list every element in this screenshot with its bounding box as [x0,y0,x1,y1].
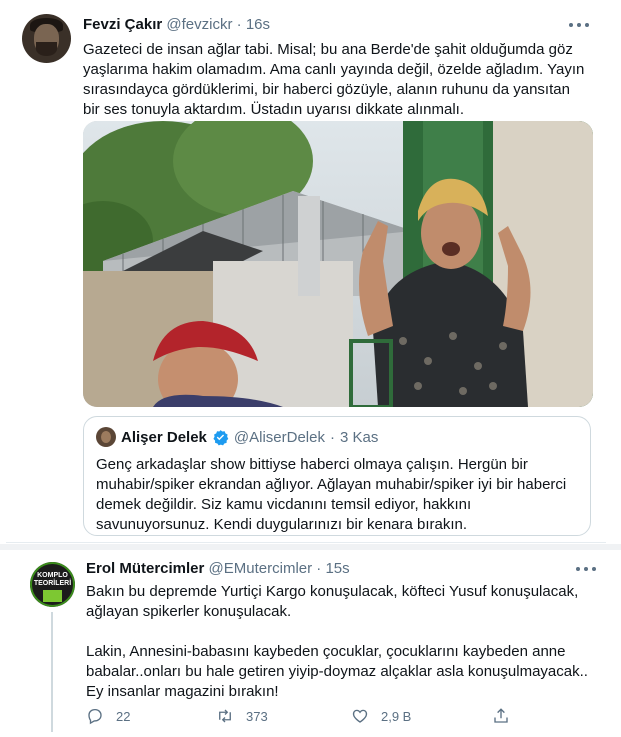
tweet-text: Bakın bu depremde Yurtiçi Kargo konuşula… [86,582,596,722]
feed-divider [0,544,621,550]
share-icon [494,708,508,723]
tweet-header: Erol Mütercimler @EMutercimler · 15s [86,560,350,577]
reply-button[interactable]: 22 [86,707,130,725]
tweet-time[interactable]: 16s [246,16,270,33]
retweet-icon [219,709,231,723]
reply-count: 22 [116,708,131,724]
user-avatar[interactable] [22,14,71,63]
heart-icon [352,709,368,723]
quoted-tweet-header: Alişer Delek @AliserDelek · 3 Kas [96,427,378,447]
quoted-tweet-text: Genç arkadaşlar show bittiyse haberci ol… [96,456,567,533]
separator-dot: · [329,428,335,446]
more-options-icon[interactable] [576,564,596,574]
like-count: 2,9 B [381,708,412,724]
thread-line [51,612,53,732]
quoted-avatar [96,427,116,447]
tweet-paragraph-1: Bakın bu depremde Yurtiçi Kargo konuşula… [86,583,579,620]
verified-badge-icon [213,429,229,445]
tweet-header: Fevzi Çakır @fevzickr · 16s [83,16,270,33]
reply-icon [88,708,102,725]
author-name[interactable]: Fevzi Çakır [83,16,162,33]
quoted-tweet[interactable]: Alişer Delek @AliserDelek · 3 Kas Genç a… [83,416,591,536]
separator-dot: · [236,16,242,33]
more-options-icon[interactable] [569,20,589,30]
tweet-card-fevzi[interactable]: Fevzi Çakır @fevzickr · 16s Gazeteci de … [6,6,606,543]
avatar-logo-text: KOMPLO TEORİLERİ [33,572,72,587]
author-handle[interactable]: @fevzickr [166,16,232,33]
author-name[interactable]: Erol Mütercimler [86,560,204,577]
separator-dot: · [316,560,322,577]
tweet-time[interactable]: 15s [325,560,349,577]
quoted-author-name: Alişer Delek [121,428,207,446]
like-button[interactable]: 2,9 B [351,707,411,725]
retweet-button[interactable]: 373 [216,707,268,725]
tweet-text: Gazeteci de insan ağlar tabi. Misal; bu … [83,41,585,118]
photo-illustration [83,121,593,407]
tweet-paragraph-2: Lakin, Annesini-babasını kaybeden çocukl… [86,643,588,700]
quoted-author-handle: @AliserDelek [233,428,325,446]
tweet-photo[interactable] [83,121,593,407]
tweet-actions: 22 373 2,9 B [86,707,566,727]
tweet-card-erol[interactable]: KOMPLO TEORİLERİ Erol Mütercimler @EMute… [6,552,616,737]
quoted-tweet-time: 3 Kas [339,428,379,446]
author-handle[interactable]: @EMutercimler [209,560,313,577]
retweet-count: 373 [246,708,268,724]
share-button[interactable] [492,707,510,725]
user-avatar[interactable]: KOMPLO TEORİLERİ [30,562,75,607]
